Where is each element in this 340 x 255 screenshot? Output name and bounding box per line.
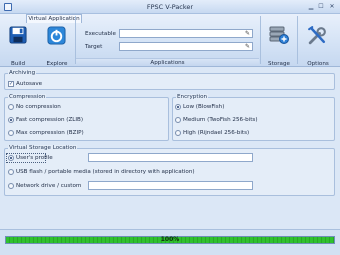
maximize-icon[interactable]: ☐: [316, 2, 326, 11]
radio-low-encryption[interactable]: [175, 104, 181, 110]
encryption-title: Encryption: [176, 94, 209, 100]
ribbon-separator: [260, 16, 261, 64]
close-icon[interactable]: ✕: [327, 2, 337, 11]
radio-high-encryption[interactable]: [175, 130, 181, 136]
window-title: FPSC V-Packer: [146, 3, 194, 11]
archiving-group: [4, 73, 335, 90]
title-bar: FPSC V-Packer ▁ ☐ ✕: [0, 0, 340, 14]
ribbon-separator: [75, 16, 76, 64]
target-field[interactable]: [119, 42, 253, 51]
tab-virtual-application[interactable]: Virtual Application: [26, 14, 82, 23]
radio-max-compression[interactable]: [8, 130, 14, 136]
medium-encryption-label: Medium (TwoFish 256-bits): [183, 117, 258, 123]
ribbon-separator: [297, 16, 298, 64]
fast-compression-label: Fast compression (ZLIB): [16, 117, 84, 123]
radio-usb-portable[interactable]: [8, 169, 14, 175]
power-icon: [47, 26, 66, 45]
radio-no-compression[interactable]: [8, 104, 14, 110]
applications-group-label: Applications: [76, 58, 259, 66]
high-encryption-label: High (Rijndael 256-bits): [183, 130, 250, 136]
minimize-icon[interactable]: ▁: [306, 2, 316, 11]
edit-executable-icon[interactable]: ✎: [244, 30, 251, 37]
users-profile-label: User's profile: [16, 155, 53, 161]
executable-label: Executable: [85, 31, 116, 37]
max-compression-label: Max compression (BZIP): [16, 130, 84, 136]
autosave-label: Autosave: [16, 81, 43, 87]
storage-location-title: Virtual Storage Location: [8, 145, 78, 151]
target-label: Target: [85, 44, 103, 50]
low-encryption-label: Low (BlowFish): [183, 104, 225, 110]
usb-portable-label: USB flash / portable media (stored in di…: [16, 169, 195, 175]
explore-button[interactable]: Explore: [41, 23, 73, 67]
archiving-title: Archiving: [8, 70, 37, 76]
progress-bar: 100%: [5, 236, 335, 244]
radio-fast-compression[interactable]: [8, 117, 14, 123]
tools-icon: [308, 26, 326, 45]
autosave-checkbox[interactable]: ✓: [8, 81, 14, 87]
network-drive-path-field[interactable]: [88, 181, 253, 190]
radio-network-drive[interactable]: [8, 183, 14, 189]
build-button[interactable]: Build: [2, 23, 34, 67]
edit-target-icon[interactable]: ✎: [244, 43, 251, 50]
options-button[interactable]: Options: [299, 23, 337, 67]
storage-button[interactable]: Storage: [262, 23, 296, 67]
executable-field[interactable]: [119, 29, 253, 38]
radio-users-profile[interactable]: [8, 155, 14, 161]
ribbon: Virtual Application Build Explore Execut…: [0, 14, 340, 67]
compression-title: Compression: [8, 94, 47, 100]
no-compression-label: No compression: [16, 104, 61, 110]
progress-text: 100%: [160, 236, 180, 243]
network-drive-label: Network drive / custom: [16, 183, 82, 189]
floppy-disk-icon: [9, 26, 27, 44]
radio-medium-encryption[interactable]: [175, 117, 181, 123]
users-profile-path-field[interactable]: [88, 153, 253, 162]
storage-drive-icon: [269, 26, 289, 44]
